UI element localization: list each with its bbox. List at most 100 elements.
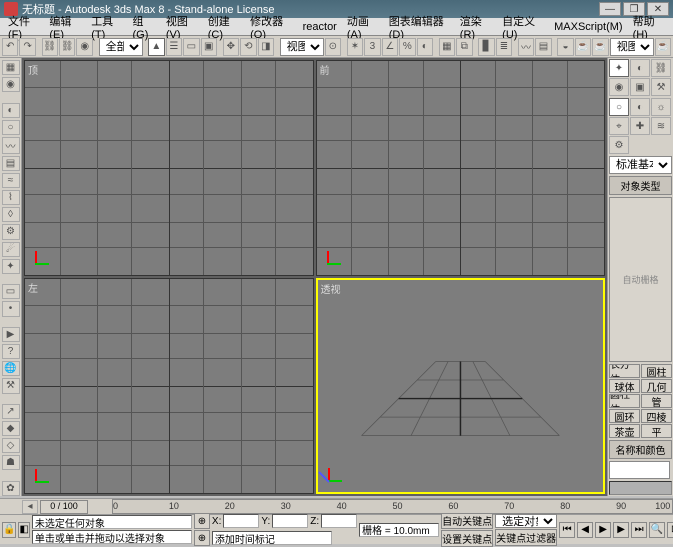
reactor-misc1-icon[interactable]: ◆ [2,421,20,436]
reactor-wind-icon[interactable]: ☄ [2,242,20,257]
layers-button[interactable]: ≣ [496,38,512,56]
select-region-button[interactable]: ▭ [183,38,199,56]
helpers-icon[interactable]: ✚ [630,117,650,135]
reactor-water-icon[interactable]: ≈ [2,173,20,188]
prev-frame-icon[interactable]: ◀ [577,522,593,538]
object-name-input[interactable] [609,461,670,479]
reference-coord-dropdown[interactable]: 视图 [280,38,324,56]
geosphere-button[interactable]: 几何 [641,379,672,393]
reactor-export-icon[interactable]: ↗ [2,404,20,419]
menu-item[interactable]: 修改器(O) [245,13,297,41]
color-swatch[interactable] [609,481,672,495]
name-color-rollout-header[interactable]: 名称和颜色 [609,440,672,459]
minimize-button[interactable]: — [599,2,621,16]
plane-button[interactable]: 平 [641,424,672,438]
menu-item[interactable]: reactor [298,21,342,33]
teapot-button[interactable]: 茶壶 [609,424,640,438]
spacewarps-icon[interactable]: ≋ [651,117,671,135]
menu-item[interactable]: 编辑(E) [44,13,86,41]
box-button[interactable]: 长方体 [609,364,640,378]
display-tab-icon[interactable]: ▣ [630,78,650,96]
cylinder-button[interactable]: 圆柱体 [609,394,640,408]
reactor-preview-icon[interactable]: ▶ [2,327,20,342]
menu-item[interactable]: 图表编辑器(D) [384,13,455,41]
schematic-button[interactable]: ▤ [535,38,551,56]
torus-button[interactable]: 圆环 [609,409,640,423]
reactor-rope-icon[interactable]: 〰 [2,137,20,154]
reactor-dashpot-icon[interactable]: ◊ [2,207,20,222]
quick-render-button[interactable]: ☕ [655,38,671,56]
angle-snap-button[interactable]: ∠ [382,38,398,56]
tube-button[interactable]: 管 [641,394,672,408]
script-listener-icon[interactable]: ◧ [18,522,29,538]
cameras-icon[interactable]: ⌖ [609,117,629,135]
scale-button[interactable]: ◨ [258,38,274,56]
geometry-icon[interactable]: ○ [609,98,629,116]
menu-item[interactable]: 自定义(U) [497,13,549,41]
reactor-create-icon[interactable]: ▦ [2,60,20,75]
time-tag-field[interactable]: 添加时间标记 [212,531,332,545]
snap-button[interactable]: 3 [364,38,380,56]
render-scene-button[interactable]: ☕ [575,38,591,56]
menu-item[interactable]: 组(G) [128,13,161,41]
z-input[interactable] [321,514,357,528]
selection-filter-dropdown[interactable]: 全部 [99,38,143,56]
spinner-snap-button[interactable]: ◐ [417,38,433,56]
timeline-ruler[interactable]: 0 10 20 30 40 50 60 70 80 90 100 [112,499,673,514]
viewport-front[interactable]: 前 [316,60,606,276]
object-type-rollout-header[interactable]: 对象类型 [609,176,672,195]
render-button[interactable]: ☕ [592,38,608,56]
select-button[interactable]: ▲ [148,38,164,56]
time-slider[interactable]: 0 / 100 [40,500,88,514]
x-input[interactable] [223,514,259,528]
autogrid-checkbox[interactable]: 自动栅格 [609,197,672,362]
cone-button[interactable]: 圆柱 [641,364,672,378]
reactor-util-icon[interactable]: ⚒ [2,378,20,393]
zoom-all-icon[interactable]: ⊞ [667,522,673,538]
viewport-perspective[interactable]: 透视 [316,278,606,494]
material-button[interactable]: ◒ [557,38,573,56]
redo-button[interactable]: ↷ [19,38,35,56]
reactor-spring-icon[interactable]: ⌇ [2,190,20,205]
zoom-icon[interactable]: 🔍 [649,522,665,538]
link-button[interactable]: ⛓ [42,38,58,56]
reactor-mesh-icon[interactable]: ▤ [2,156,20,171]
undo-button[interactable]: ↶ [2,38,18,56]
reactor-cloth-icon[interactable]: ◐ [2,103,20,118]
reactor-toy-icon[interactable]: ✦ [2,259,20,274]
mirror-button[interactable]: ⧉ [456,38,472,56]
shapes-icon[interactable]: ◐ [630,98,650,116]
menu-item[interactable]: 帮助(H) [628,13,670,41]
manipulate-button[interactable]: ✶ [347,38,363,56]
menu-item[interactable]: 动画(A) [342,13,384,41]
menu-item[interactable]: 创建(C) [203,13,245,41]
hierarchy-tab-icon[interactable]: ⛓ [651,59,671,77]
menu-item[interactable]: 视图(V) [161,13,203,41]
lock-selection-icon[interactable]: 🔒 [2,522,16,538]
reactor-misc4-icon[interactable]: ✿ [2,481,20,496]
goto-start-icon[interactable]: ⏮ [559,522,575,538]
reactor-misc3-icon[interactable]: ☗ [2,455,20,470]
auto-key-button[interactable]: 自动关键点 [441,512,493,529]
motion-tab-icon[interactable]: ◉ [609,78,629,96]
pyramid-button[interactable]: 四棱 [641,409,672,423]
align-button[interactable]: ▊ [478,38,494,56]
named-sel-button[interactable]: ▦ [439,38,455,56]
viewport-top[interactable]: 顶 [24,60,314,276]
reactor-misc2-icon[interactable]: ◇ [2,438,20,453]
systems-icon[interactable]: ⚙ [609,136,629,154]
lights-icon[interactable]: ☼ [651,98,671,116]
menu-item[interactable]: 文件(F) [3,13,44,41]
play-icon[interactable]: ▶ [595,522,611,538]
render-preset-dropdown[interactable]: 视图 [610,38,654,56]
next-frame-icon[interactable]: ▶ [613,522,629,538]
key-mode-dropdown[interactable]: 选定对象 [495,514,557,528]
abs-rel-icon[interactable]: ⊕ [194,513,210,529]
menu-item[interactable]: 工具(T) [86,13,127,41]
viewport-left[interactable]: 左 [24,278,314,494]
primitive-type-dropdown[interactable]: 标准基本体 [609,156,672,174]
reactor-rigid-icon[interactable]: ◉ [2,77,20,92]
set-key-button[interactable]: 设置关键点 [441,530,493,547]
select-name-button[interactable]: ☰ [166,38,182,56]
modify-tab-icon[interactable]: ◐ [630,59,650,77]
